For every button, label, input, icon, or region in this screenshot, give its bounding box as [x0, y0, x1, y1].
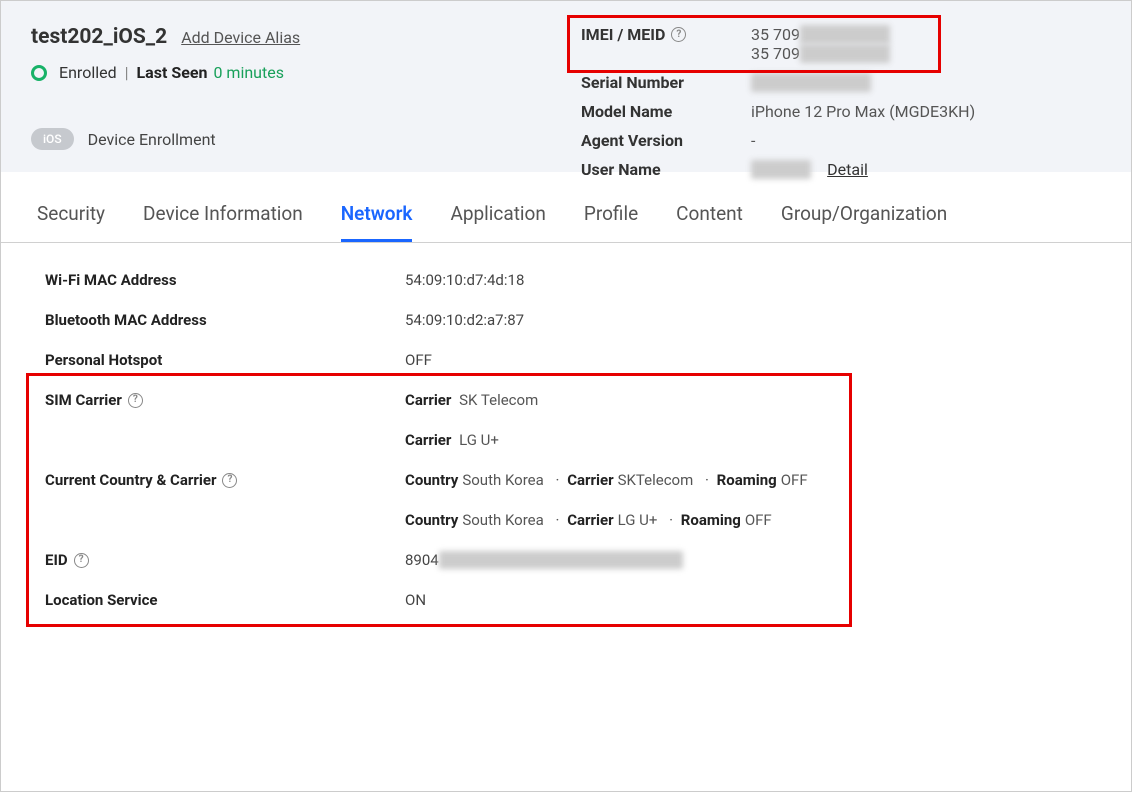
tab-security[interactable]: Security	[37, 202, 105, 242]
eid-value: 890400000000000000000000000000000	[405, 551, 683, 569]
location-service-label: Location Service	[45, 591, 405, 609]
separator: |	[125, 63, 129, 82]
model-label: Model Name	[581, 102, 751, 121]
serial-value: XXXXXXXXXXXX	[751, 73, 871, 92]
help-icon[interactable]: ?	[128, 393, 143, 408]
tab-application[interactable]: Application	[450, 202, 545, 242]
tab-content[interactable]: Content	[676, 202, 743, 242]
device-name: test202_iOS_2	[31, 25, 167, 49]
sim-carrier-label: SIM Carrier ?	[45, 391, 405, 409]
agent-value: -	[751, 131, 755, 150]
wifi-mac-label: Wi-Fi MAC Address	[45, 271, 405, 289]
last-seen-value: 0 minutes	[213, 63, 284, 82]
model-value: iPhone 12 Pro Max (MGDE3KH)	[751, 102, 975, 121]
help-icon[interactable]: ?	[222, 473, 237, 488]
tab-network[interactable]: Network	[341, 202, 413, 242]
tab-profile[interactable]: Profile	[584, 202, 638, 242]
user-detail-link[interactable]: Detail	[827, 160, 868, 179]
wifi-mac-value: 54:09:10:d7:4d:18	[405, 271, 524, 289]
bt-mac-label: Bluetooth MAC Address	[45, 311, 405, 329]
location-service-value: ON	[405, 591, 426, 609]
network-panel: Wi-Fi MAC Address 54:09:10:d7:4d:18 Blue…	[1, 243, 1131, 609]
last-seen-label: Last Seen	[137, 63, 208, 82]
serial-label: Serial Number	[581, 73, 751, 92]
hotspot-label: Personal Hotspot	[45, 351, 405, 369]
tab-group[interactable]: Group/Organization	[781, 202, 947, 242]
current-country-carrier-values: CountrySouth Korea · CarrierSKTelecom · …	[405, 471, 812, 529]
status-circle-icon	[31, 65, 47, 81]
os-badge: iOS	[31, 128, 74, 150]
tab-device-info[interactable]: Device Information	[143, 202, 303, 242]
bt-mac-value: 54:09:10:d2:a7:87	[405, 311, 524, 329]
help-icon[interactable]: ?	[74, 553, 89, 568]
username-value: XXXXXX Detail	[751, 160, 868, 179]
current-country-carrier-label: Current Country & Carrier ?	[45, 471, 405, 489]
enrollment-status: Enrolled	[59, 63, 117, 82]
imei-label: IMEI / MEID ?	[581, 25, 751, 44]
agent-label: Agent Version	[581, 131, 751, 150]
hotspot-value: OFF	[405, 351, 432, 369]
device-info-grid: IMEI / MEID ? 35 7090000000000 35 709000…	[581, 25, 975, 189]
eid-label: EID ?	[45, 551, 405, 569]
help-icon[interactable]: ?	[671, 27, 686, 42]
imei-values: 35 7090000000000 35 7090000000000	[751, 25, 890, 63]
username-label: User Name	[581, 160, 751, 179]
add-alias-link[interactable]: Add Device Alias	[181, 28, 300, 47]
enrollment-type: Device Enrollment	[88, 130, 216, 149]
sim-carrier-values: Carrier SK Telecom Carrier LG U+	[405, 391, 542, 449]
device-detail-page: test202_iOS_2 Add Device Alias Enrolled …	[0, 0, 1132, 792]
device-header: test202_iOS_2 Add Device Alias Enrolled …	[1, 1, 1131, 172]
